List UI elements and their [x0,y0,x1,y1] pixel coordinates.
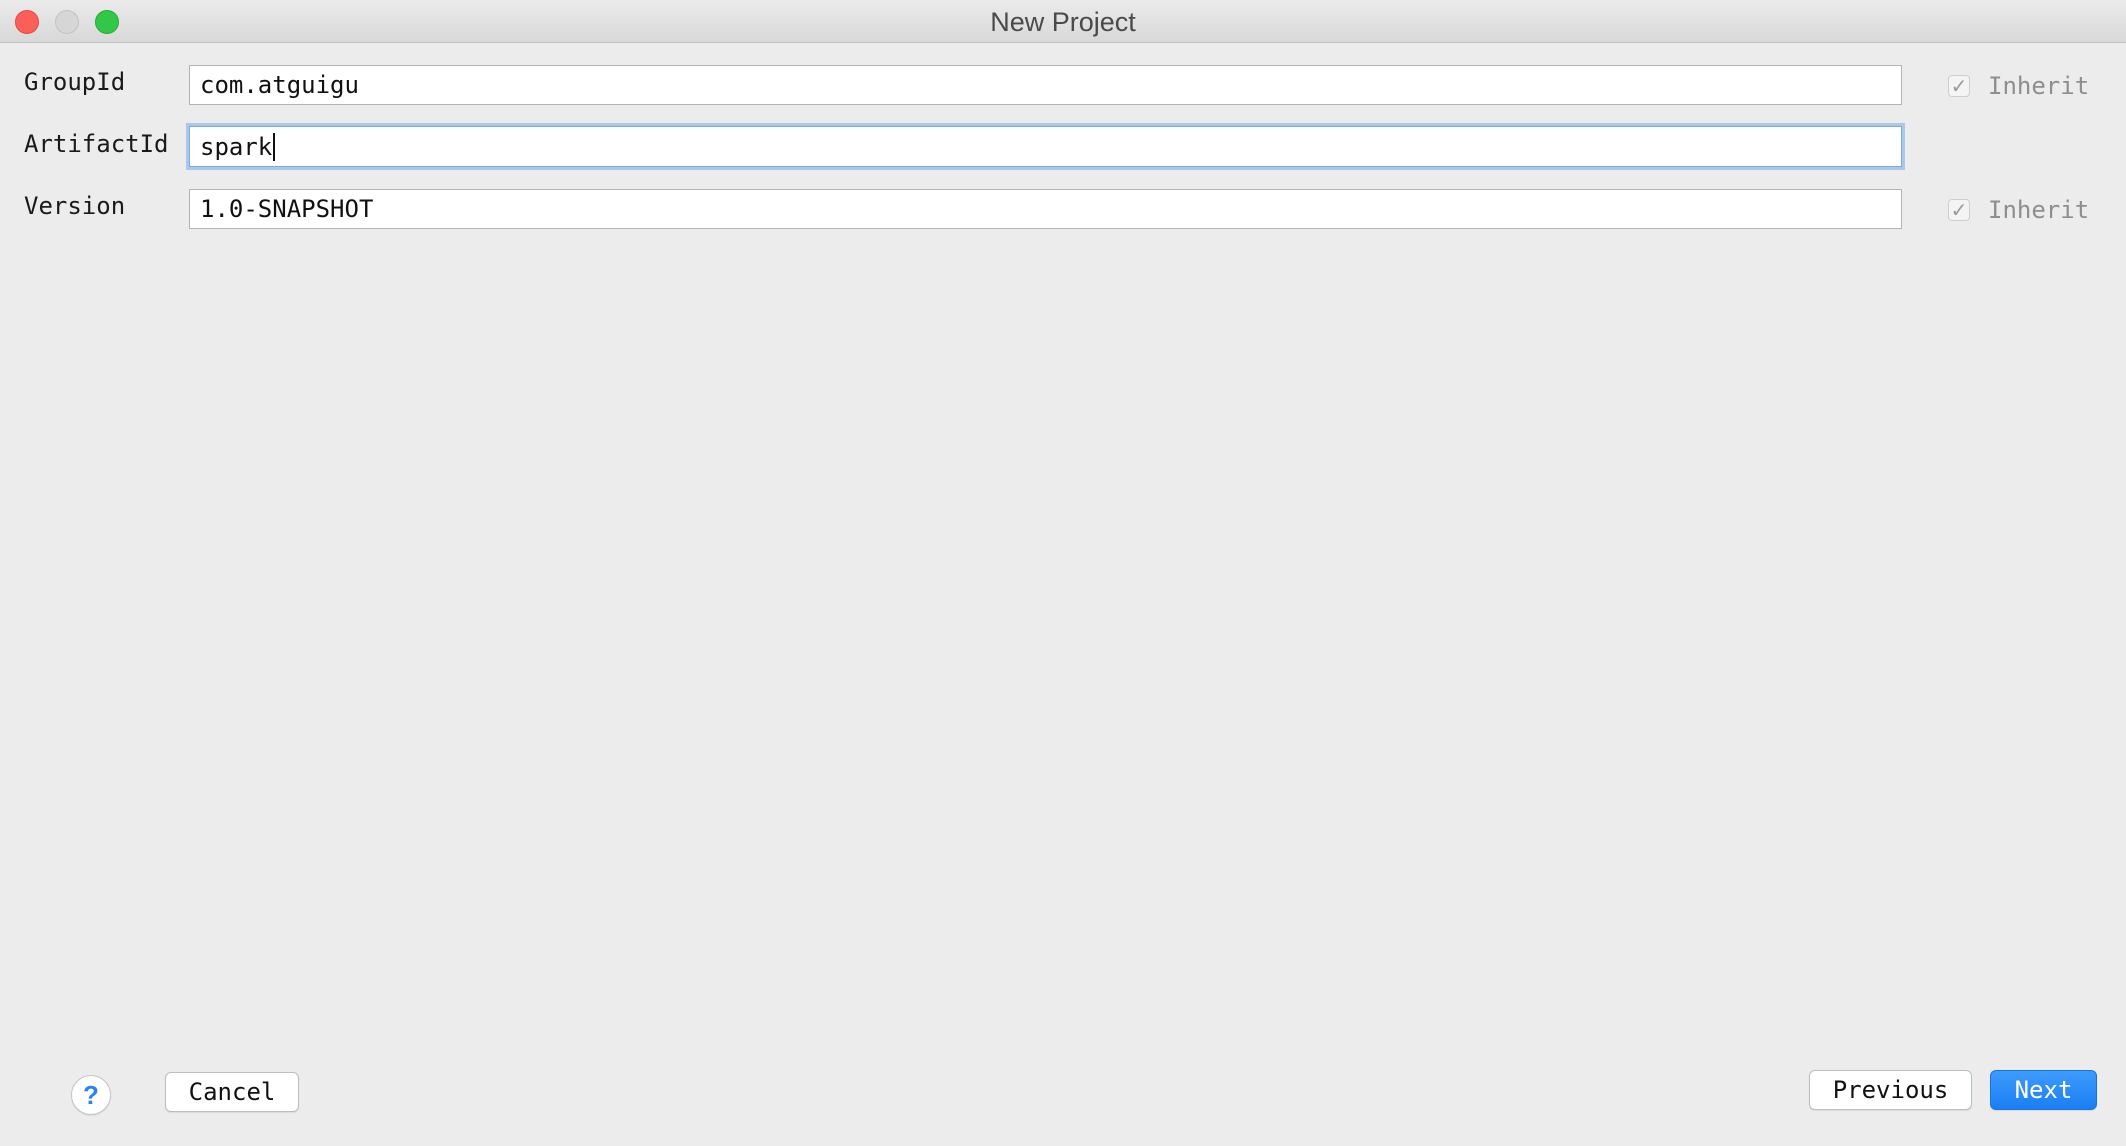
version-inherit-label: Inherit [1988,196,2090,224]
title-bar: New Project [0,0,2126,43]
cancel-button[interactable]: Cancel [165,1072,299,1112]
window-title: New Project [990,7,1136,37]
help-button[interactable]: ? [71,1075,111,1115]
check-icon: ✓ [1948,75,1970,97]
previous-button[interactable]: Previous [1809,1070,1972,1110]
version-input[interactable] [189,189,1902,229]
group-id-inherit-checkbox[interactable]: ✓ Inherit [1948,71,2089,101]
artifact-id-value: spark [200,132,273,161]
group-id-label: GroupId [24,68,126,96]
next-button[interactable]: Next [1990,1070,2097,1110]
artifact-id-input[interactable]: spark [189,126,1902,167]
group-id-input[interactable] [189,65,1902,105]
version-label: Version [24,192,126,220]
text-caret [273,132,276,161]
version-inherit-checkbox[interactable]: ✓ Inherit [1948,195,2089,225]
check-icon: ✓ [1948,199,1970,221]
group-id-inherit-label: Inherit [1988,72,2090,100]
artifact-id-label: ArtifactId [24,130,169,158]
